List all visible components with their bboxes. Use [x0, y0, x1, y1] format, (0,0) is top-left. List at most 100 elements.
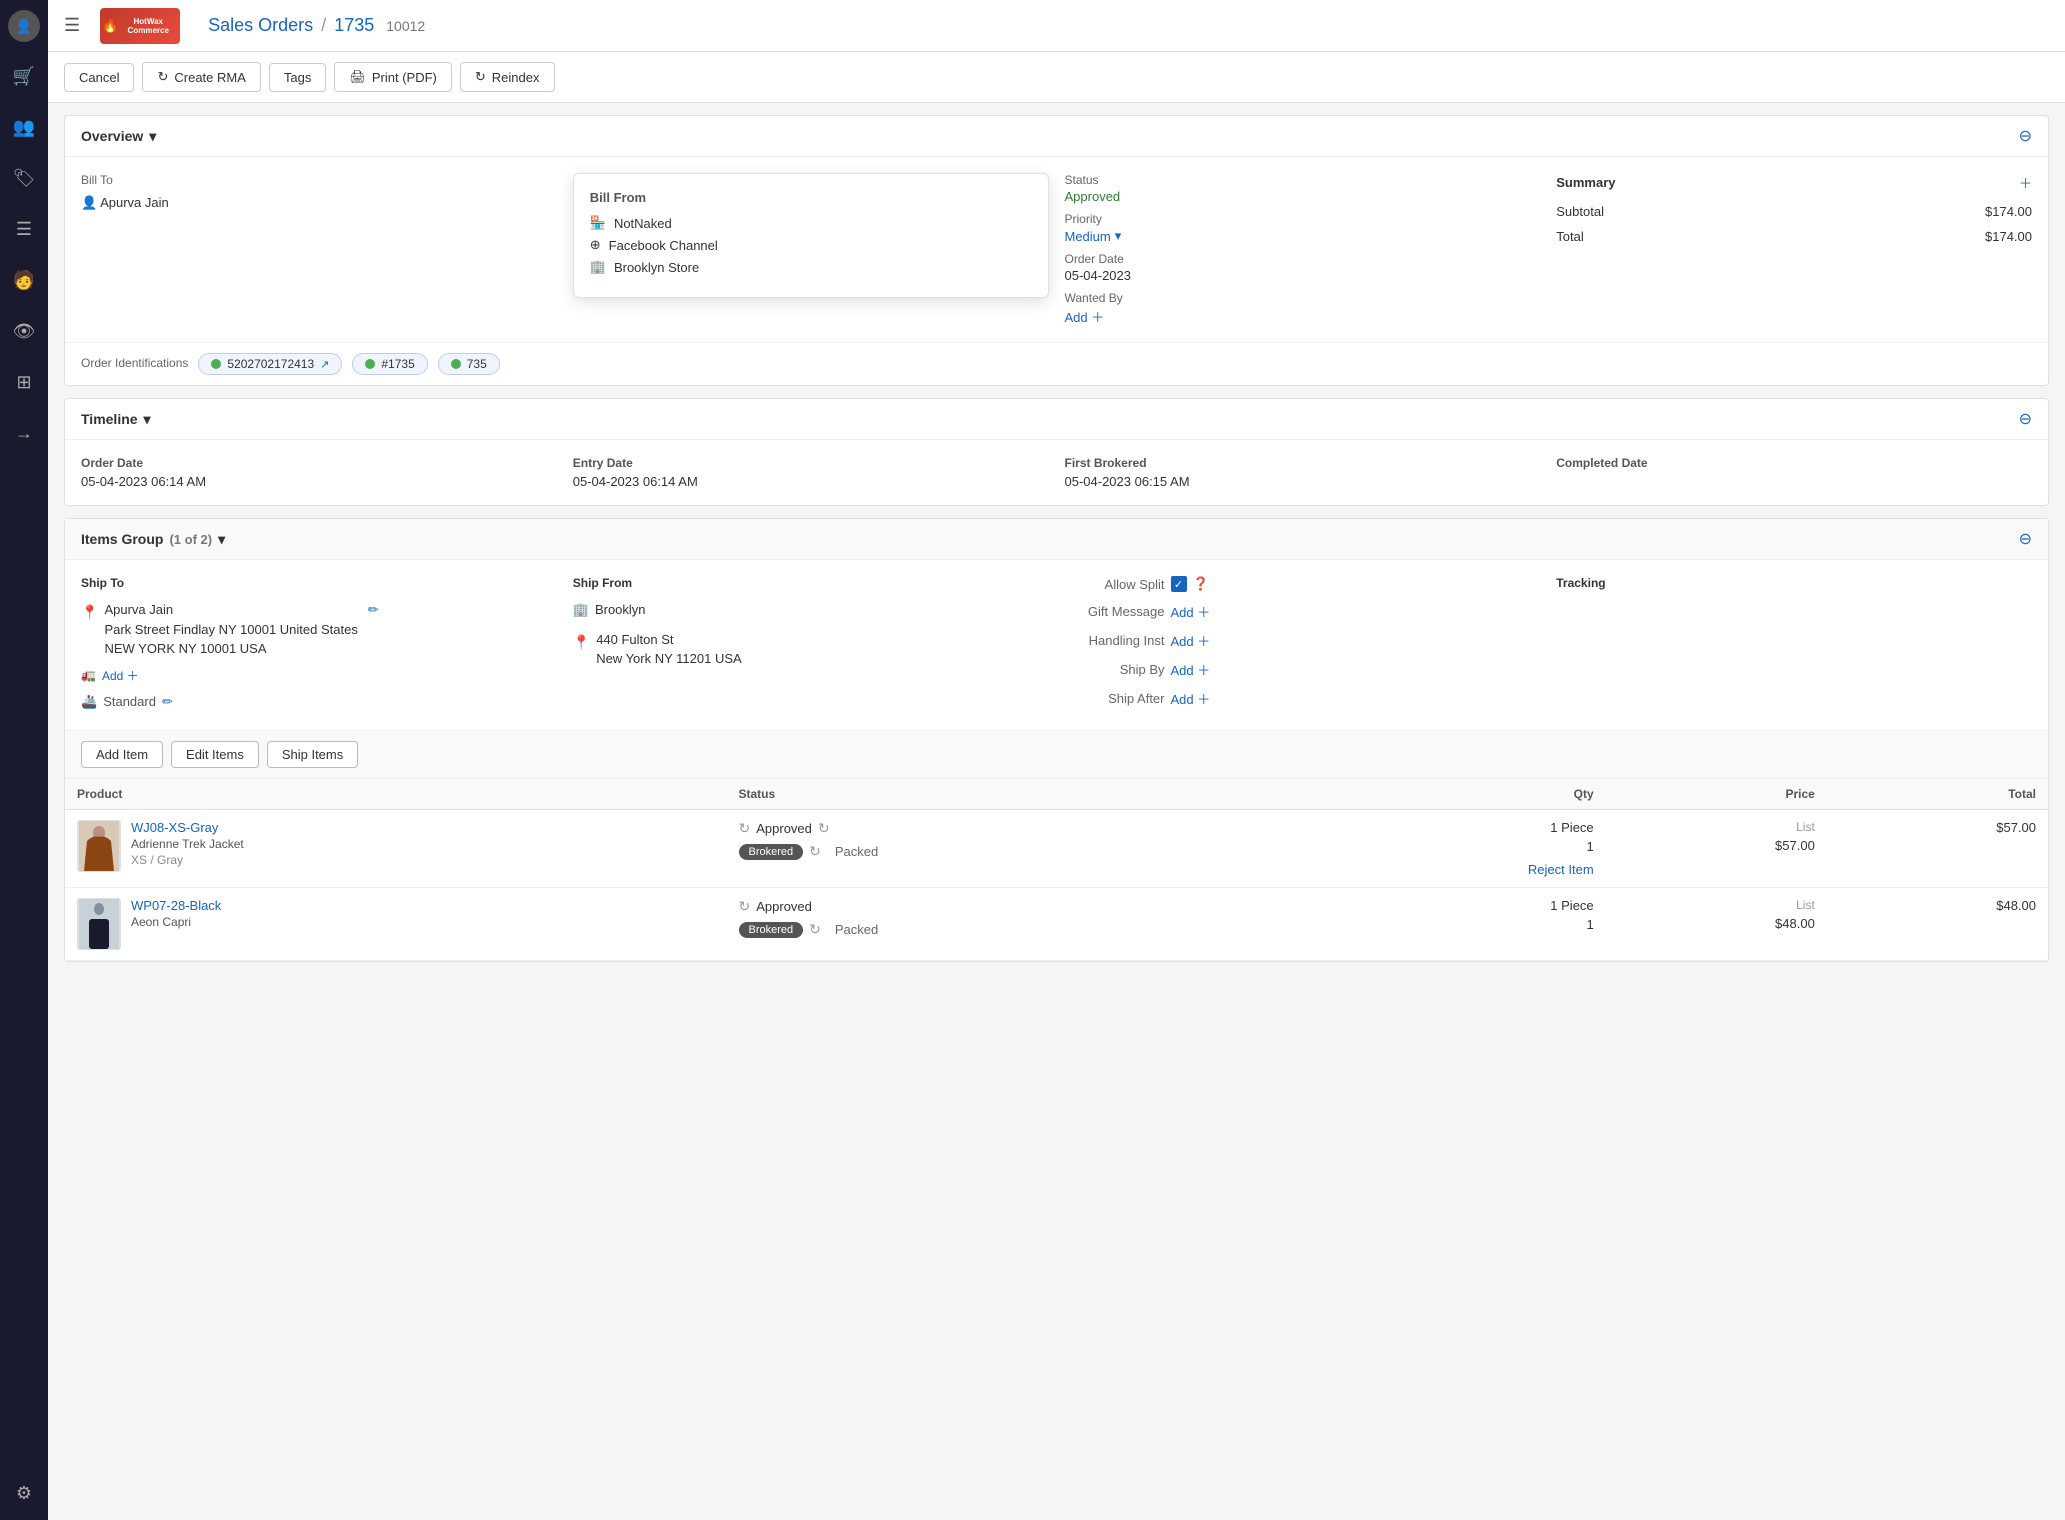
order-date-row: Order Date 05-04-2023	[1065, 252, 1541, 283]
timeline-collapse-icon[interactable]: ⊖	[2019, 409, 2032, 429]
order-date-label: Order Date	[1065, 252, 1541, 266]
product-name-0: Adrienne Trek Jacket	[131, 837, 244, 851]
summary-add-icon[interactable]: ＋	[2019, 173, 2032, 192]
order-id-badge-1: #1735	[352, 353, 427, 375]
timeline-section: Timeline ▾ ⊖ Order Date 05-04-2023 06:14…	[64, 398, 2049, 506]
ship-from-label: Ship From	[573, 576, 1049, 590]
price-cell-0: List $57.00	[1606, 810, 1827, 888]
priority-value[interactable]: Medium ▾	[1065, 228, 1541, 244]
bill-to-name[interactable]: Apurva Jain	[100, 195, 169, 210]
wanted-by-add[interactable]: Add ＋	[1065, 307, 1541, 326]
print-icon: 🖨	[349, 69, 366, 85]
ship-to-label: Ship To	[81, 576, 557, 590]
cancel-button[interactable]: Cancel	[64, 63, 134, 92]
status-label: Status	[1065, 173, 1541, 187]
price-label-0: List	[1796, 820, 1815, 834]
gift-message-label: Gift Message	[1065, 604, 1165, 619]
tracking-col: Tracking	[1556, 576, 2032, 714]
bill-from-store: Brooklyn Store	[614, 260, 699, 275]
table-row: WP07-28-Black Aeon Capri ↻ Approved	[65, 888, 2048, 961]
timeline-title[interactable]: Timeline ▾	[81, 411, 151, 428]
ship-to-name: Apurva Jain	[104, 600, 357, 620]
hamburger-icon[interactable]: ☰	[64, 15, 80, 36]
arrow-right-icon[interactable]: →	[9, 417, 39, 450]
add-shipping-link[interactable]: Add ＋	[102, 667, 139, 684]
allow-split-checkbox[interactable]: ✓	[1171, 576, 1187, 592]
handling-inst-add[interactable]: Add ＋	[1171, 631, 1211, 650]
reject-item-link-0[interactable]: Reject Item	[1528, 862, 1594, 877]
create-rma-button[interactable]: ↻ Create RMA	[142, 62, 260, 92]
timeline-chevron-icon: ▾	[144, 411, 151, 428]
ship-after-add[interactable]: Add ＋	[1171, 689, 1211, 708]
list-icon[interactable]: ☰	[10, 213, 38, 246]
cart-icon[interactable]: 🛒	[7, 60, 41, 93]
eye-icon[interactable]: 👁	[7, 315, 42, 348]
order-id-1-value: #1735	[381, 357, 414, 371]
reset-status-icon-1[interactable]: ↻	[739, 898, 751, 915]
help-icon[interactable]: ❓	[1193, 576, 1209, 592]
ship-icon: 🚢	[81, 694, 97, 710]
qty-packed-1: 1	[1586, 917, 1593, 932]
ship-from-col: Ship From 🏢 Brooklyn 📍 440 Fulton St New…	[573, 576, 1049, 714]
ship-by-row: Ship By Add ＋	[1065, 660, 1541, 679]
priority-row: Priority Medium ▾	[1065, 212, 1541, 244]
edit-address-icon[interactable]: ✏	[368, 600, 379, 620]
breadcrumb-section[interactable]: Sales Orders	[208, 15, 313, 36]
product-cell-1: WP07-28-Black Aeon Capri	[65, 888, 727, 961]
ship-items-button[interactable]: Ship Items	[267, 741, 358, 768]
bill-from-channel-row: ⊕ Facebook Channel	[590, 237, 1032, 253]
summary-header-row: Summary ＋	[1556, 173, 2032, 192]
brokered-badge-0: Brokered	[739, 844, 804, 860]
breadcrumb-order-number: 1735	[334, 15, 374, 36]
reset-status-icon-0[interactable]: ↻	[739, 820, 751, 837]
tracking-label: Tracking	[1556, 576, 2032, 590]
items-group-header: Items Group (1 of 2) ▾ ⊖	[65, 519, 2048, 560]
product-link-1[interactable]: WP07-28-Black	[131, 898, 221, 913]
product-link-0[interactable]: WJ08-XS-Gray	[131, 820, 244, 835]
print-pdf-button[interactable]: 🖨 Print (PDF)	[334, 62, 452, 92]
order-id-badge-2: 735	[438, 353, 500, 375]
bill-from-company[interactable]: NotNaked	[614, 216, 672, 231]
bill-from-label: Bill From	[590, 190, 1032, 205]
overview-collapse-icon[interactable]: ⊖	[2019, 126, 2032, 146]
topbar: ☰ 🔥 HotWax Commerce Sales Orders / 1735 …	[48, 0, 2065, 52]
first-brokered-label: First Brokered	[1065, 456, 1541, 470]
wanted-by-row: Wanted By Add ＋	[1065, 291, 1541, 326]
history-icon-0[interactable]: ↻	[818, 820, 830, 837]
overview-section: Overview ▾ ⊖ Bill To 👤 Apurva Jain	[64, 115, 2049, 386]
gift-message-add[interactable]: Add ＋	[1171, 602, 1211, 621]
completed-date-label: Completed Date	[1556, 456, 2032, 470]
handling-inst-row: Handling Inst Add ＋	[1065, 631, 1541, 650]
ship-method-row: 🚢 Standard ✏	[81, 694, 557, 710]
items-collapse-icon[interactable]: ⊖	[2019, 529, 2032, 549]
first-brokered-value: 05-04-2023 06:15 AM	[1065, 474, 1541, 489]
col-status: Status	[727, 779, 1295, 810]
overview-title[interactable]: Overview ▾	[81, 128, 156, 145]
external-link-icon[interactable]: ↗	[320, 358, 329, 371]
layers-icon[interactable]: ⊞	[10, 366, 37, 399]
status-cell-0: ↻ Approved ↻ Brokered ↻ Packed	[727, 810, 1295, 888]
brokered-history-icon-1[interactable]: ↻	[809, 921, 821, 938]
order-date-timeline-value: 05-04-2023 06:14 AM	[81, 474, 557, 489]
bill-to-label: Bill To	[81, 173, 557, 187]
people-icon[interactable]: 👥	[7, 111, 41, 144]
product-cell-0: WJ08-XS-Gray Adrienne Trek Jacket XS / G…	[65, 810, 727, 888]
reindex-button[interactable]: ↻ Reindex	[460, 62, 555, 92]
location-icon: 📍	[81, 602, 98, 623]
items-table: Product Status Qty Price Total	[65, 779, 2048, 961]
edit-method-icon[interactable]: ✏	[162, 694, 173, 710]
total-value-0: $57.00	[1996, 820, 2036, 835]
options-col: Allow Split ✓ ❓ Gift Message Add ＋ Handl…	[1065, 576, 1541, 714]
items-group-title[interactable]: Items Group (1 of 2) ▾	[81, 531, 225, 548]
ship-from-addr1: 440 Fulton St	[596, 630, 742, 650]
bill-to-value: 👤 Apurva Jain	[81, 195, 557, 211]
ship-by-add[interactable]: Add ＋	[1171, 660, 1211, 679]
person-alt-icon[interactable]: 🧑	[7, 264, 41, 297]
add-item-button[interactable]: Add Item	[81, 741, 163, 768]
user-avatar[interactable]: 👤	[8, 10, 40, 42]
brokered-history-icon[interactable]: ↻	[809, 843, 821, 860]
edit-items-button[interactable]: Edit Items	[171, 741, 259, 768]
tags-button[interactable]: Tags	[269, 63, 326, 92]
tag-icon[interactable]: 🏷	[7, 162, 42, 195]
settings-icon[interactable]: ⚙	[10, 1477, 38, 1510]
